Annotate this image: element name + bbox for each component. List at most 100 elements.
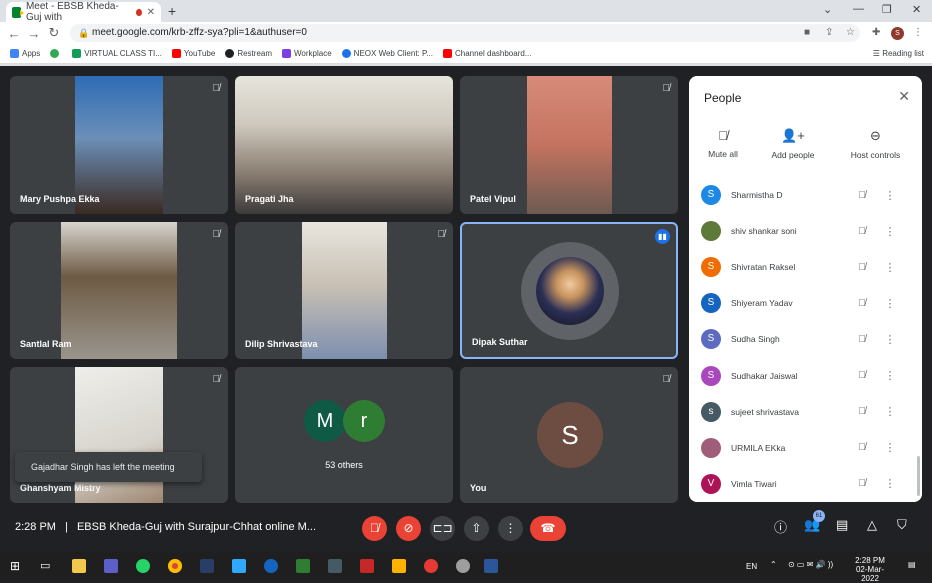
participant-row[interactable]: s sujeet shrivastava 🎙̸ ⋮ xyxy=(701,400,911,424)
bookmark-workplace[interactable]: Workplace xyxy=(282,49,332,58)
maximize-button[interactable]: ❐ xyxy=(882,3,892,16)
participant-row[interactable]: S Shiyeram Yadav 🎙̸ ⋮ xyxy=(701,291,911,315)
host-controls-shield-button[interactable]: ⛉ xyxy=(897,517,907,533)
participant-tile[interactable]: 🎙̸ Mary Pushpa Ekka xyxy=(10,76,228,214)
mic-off-icon[interactable]: 🎙̸ xyxy=(849,190,875,201)
system-tray-icons[interactable]: ⊙ ▭ ✉ 🔊 )) xyxy=(788,560,833,569)
more-vert-icon[interactable]: ⋮ xyxy=(875,333,905,346)
reading-list-button[interactable]: ☰ Reading list xyxy=(873,49,924,58)
active-speaker-tile[interactable]: ▮▮ Dipak Suthar xyxy=(460,222,678,359)
participant-tile[interactable]: 🎙̸ Patel Vipul xyxy=(460,76,678,214)
bookmark-neox[interactable]: NEOX Web Client: P... xyxy=(341,49,433,58)
windows-start-icon[interactable]: ⊞ xyxy=(10,559,24,573)
mic-off-icon[interactable]: 🎙̸ xyxy=(849,262,875,273)
word-icon[interactable] xyxy=(484,559,498,573)
meeting-details-button[interactable]: ⓘ xyxy=(774,517,787,536)
more-vert-icon[interactable]: ⋮ xyxy=(875,189,905,202)
new-tab-button[interactable]: + xyxy=(168,3,176,19)
more-vert-icon[interactable]: ⋮ xyxy=(875,225,905,238)
mute-all-button[interactable]: 🎙̸ Mute all xyxy=(701,128,745,159)
more-vert-icon[interactable]: ⋮ xyxy=(875,477,905,490)
mic-off-icon[interactable]: 🎙̸ xyxy=(849,334,875,345)
app-icon-clock[interactable] xyxy=(456,559,470,573)
address-bar[interactable]: 🔒 meet.google.com/krb-zffz-sya?pli=1&aut… xyxy=(70,24,860,42)
captions-button[interactable]: ⊏⊐ xyxy=(430,516,455,541)
extensions-icon[interactable]: ✚ xyxy=(872,27,880,38)
mic-off-icon[interactable]: 🎙̸ xyxy=(849,226,875,237)
app-icon-globe[interactable] xyxy=(264,559,278,573)
participant-row[interactable]: S Shivratan Raksel 🎙̸ ⋮ xyxy=(701,255,911,279)
participant-row[interactable]: shiv shankar soni 🎙̸ ⋮ xyxy=(701,219,911,243)
participant-tile[interactable]: 🎙̸ Santlal Ram xyxy=(10,222,228,359)
participant-row[interactable]: V Vimla Tiwari 🎙̸ ⋮ xyxy=(701,472,911,496)
participant-row[interactable]: URMILA EKka 🎙̸ ⋮ xyxy=(701,436,911,460)
reload-icon[interactable]: ↻ xyxy=(44,25,64,41)
tray-up-icon[interactable]: ⌃ xyxy=(770,560,777,569)
self-tile[interactable]: S 🎙̸ You xyxy=(460,367,678,503)
more-vert-icon[interactable]: ⋮ xyxy=(875,297,905,310)
photoshop-alt-icon[interactable] xyxy=(232,559,246,573)
bookmark-virtual-class[interactable]: VIRTUAL CLASS TI... xyxy=(72,49,162,58)
host-controls-button[interactable]: ⊖ Host controls xyxy=(843,128,908,160)
camera-icon[interactable]: ■ xyxy=(804,27,810,38)
participant-tile[interactable]: Pragati Jha xyxy=(235,76,453,214)
bookmark-whatsapp[interactable] xyxy=(50,49,62,58)
notifications-icon[interactable]: ▤ xyxy=(908,560,916,569)
more-vert-icon[interactable]: ⋮ xyxy=(875,405,905,418)
back-icon[interactable]: ← xyxy=(4,26,24,41)
bookmark-youtube[interactable]: YouTube xyxy=(171,49,215,58)
menu-dots-icon[interactable]: ⋮ xyxy=(913,27,923,38)
tab-meet[interactable]: Meet - EBSB Kheda-Guj with ✕ xyxy=(6,1,161,23)
chat-button[interactable]: ▤ xyxy=(836,517,848,533)
app-icon-ship[interactable] xyxy=(328,559,342,573)
participant-row[interactable]: S Sudhakar Jaiswal 🎙̸ ⋮ xyxy=(701,364,911,388)
share-icon[interactable]: ⇪ xyxy=(825,27,833,38)
activities-button[interactable]: △ xyxy=(867,517,877,533)
language-indicator[interactable]: EN xyxy=(746,562,757,571)
participant-row[interactable]: S Sudha Singh 🎙̸ ⋮ xyxy=(701,327,911,351)
forward-icon[interactable]: → xyxy=(24,26,44,41)
close-window-button[interactable]: ✕ xyxy=(912,3,921,16)
scrollbar[interactable] xyxy=(917,456,920,496)
leave-call-button[interactable]: ☎ xyxy=(530,516,566,541)
bookmark-star-icon[interactable]: ☆ xyxy=(846,27,855,38)
mic-off-icon[interactable]: 🎙̸ xyxy=(849,298,875,309)
app-icon-media[interactable] xyxy=(424,559,438,573)
more-vert-icon[interactable]: ⋮ xyxy=(875,441,905,454)
minimize-button[interactable]: — xyxy=(853,3,864,15)
mic-off-icon[interactable]: 🎙̸ xyxy=(849,478,875,489)
chrome-icon[interactable] xyxy=(168,559,182,573)
add-people-button[interactable]: 👤+ Add people xyxy=(764,128,822,160)
others-tile[interactable]: M r 53 others xyxy=(235,367,453,503)
mic-off-icon[interactable]: 🎙̸ xyxy=(849,442,875,453)
app-icon-pen[interactable] xyxy=(392,559,406,573)
bookmark-channel-dashboard[interactable]: Channel dashboard... xyxy=(442,49,531,58)
file-explorer-icon[interactable] xyxy=(72,559,86,573)
task-view-icon[interactable]: ▭ xyxy=(40,559,54,573)
app-icon-download[interactable] xyxy=(296,559,310,573)
close-tab-icon[interactable]: ✕ xyxy=(147,7,155,18)
app-icon-game[interactable] xyxy=(360,559,374,573)
close-icon[interactable]: ✕ xyxy=(898,88,910,105)
participant-tile[interactable]: 🎙̸ Dilip Shrivastava xyxy=(235,222,453,359)
participant-tile[interactable]: 🎙̸ Ghanshyam Mistry xyxy=(10,367,228,503)
present-button[interactable]: ⇧ xyxy=(464,516,489,541)
camera-toggle-button[interactable]: ⊘ xyxy=(396,516,421,541)
chat-icon: ▤ xyxy=(836,517,849,532)
mic-off-icon[interactable]: 🎙̸ xyxy=(849,406,875,417)
tab-search-icon[interactable]: ⌄ xyxy=(823,3,832,16)
mic-off-icon[interactable]: 🎙̸ xyxy=(849,370,875,381)
bookmark-restream[interactable]: Restream xyxy=(225,49,272,58)
clock[interactable]: 2:28 PM 02-Mar-2022 xyxy=(850,556,890,583)
mic-toggle-button[interactable]: 🎙̸ xyxy=(362,516,387,541)
bookmark-apps[interactable]: Apps xyxy=(10,49,40,58)
teams-icon[interactable] xyxy=(104,559,118,573)
more-options-button[interactable]: ⋮ xyxy=(498,516,523,541)
more-vert-icon[interactable]: ⋮ xyxy=(875,261,905,274)
more-vert-icon[interactable]: ⋮ xyxy=(875,369,905,382)
photoshop-icon[interactable] xyxy=(200,559,214,573)
phone-icon[interactable] xyxy=(136,559,150,573)
participant-name: Sharmistha D xyxy=(731,190,783,200)
participant-row[interactable]: S Sharmistha D 🎙̸ ⋮ xyxy=(701,183,911,207)
profile-avatar[interactable]: S xyxy=(891,27,904,40)
